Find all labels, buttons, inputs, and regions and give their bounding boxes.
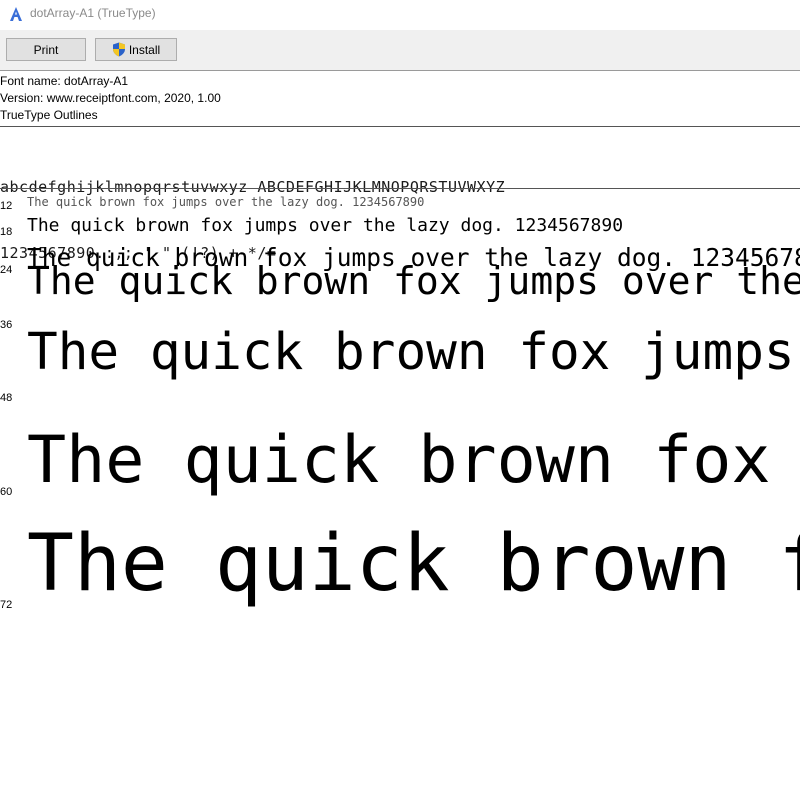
- sample-text: The quick brown fox jumps over the lazy …: [27, 196, 425, 209]
- install-button-label: Install: [128, 42, 161, 57]
- sample-text: The quick brown fox jumps over the lazy …: [27, 216, 624, 236]
- sample-size-label: 12: [0, 200, 13, 212]
- divider-bottom: [0, 188, 800, 189]
- sample-text: The quick brown fox jumps over the lazy …: [27, 423, 771, 498]
- print-button-label: Print: [33, 42, 59, 57]
- sample-size-label: 48: [0, 392, 13, 404]
- font-viewer-icon: [10, 7, 22, 21]
- sample-size-label: 72: [0, 599, 13, 611]
- charset-line-letters: abcdefghijklmnopqrstuvwxyz ABCDEFGHIJKLM…: [0, 178, 506, 196]
- uac-shield-icon: [112, 42, 125, 57]
- sample-row: 60 The quick brown fox jumps over the laz…: [0, 420, 800, 530]
- install-button[interactable]: Install: [95, 38, 177, 61]
- sample-row: 72 The quick brown fox jumps over the laz…: [0, 520, 800, 650]
- sample-size-label: 18: [0, 226, 13, 238]
- font-version: Version: www.receiptfont.com, 2020, 1.00: [0, 91, 221, 105]
- window-title: dotArray-A1 (TrueType): [30, 6, 156, 20]
- toolbar: Print Install: [0, 30, 800, 71]
- sample-row: 48 The quick brown fox jumps over the laz…: [0, 320, 800, 420]
- divider-top: [0, 126, 800, 127]
- font-info: Font name: dotArray-A1 Version: www.rece…: [0, 73, 221, 124]
- sample-size-label: 60: [0, 486, 13, 498]
- font-name: Font name: dotArray-A1: [0, 74, 129, 88]
- outline-type: TrueType Outlines: [0, 108, 98, 122]
- sample-row: 18 The quick brown fox jumps over the laz…: [0, 216, 800, 242]
- sample-text: The quick brown fox jumps over the lazy …: [27, 323, 795, 382]
- print-button[interactable]: Print: [6, 38, 86, 61]
- sample-row: 12 The quick brown fox jumps over the laz…: [0, 196, 800, 214]
- sample-text: The quick brown fox jumps over the lazy …: [27, 259, 800, 303]
- title-bar: dotArray-A1 (TrueType): [0, 0, 800, 28]
- sample-text: The quick brown fox jumps over the lazy …: [27, 520, 800, 609]
